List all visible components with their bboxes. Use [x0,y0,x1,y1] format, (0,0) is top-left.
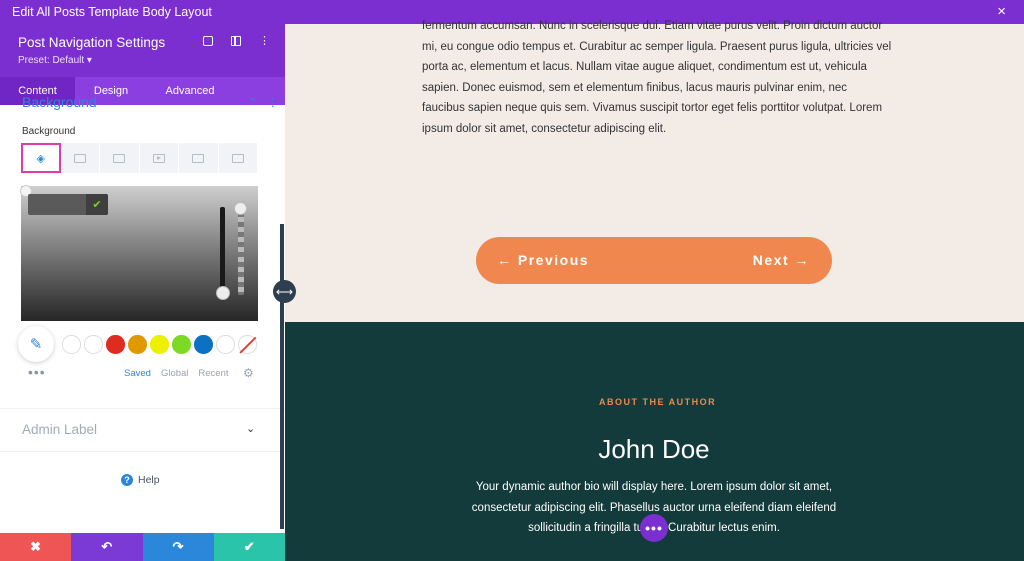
previous-link[interactable]: ← Previous [497,252,589,268]
eyedropper-icon[interactable]: ✎ [18,326,54,362]
help-link[interactable]: ? Help [121,474,160,486]
help-icon: ? [121,474,133,486]
panel-title: Post Navigation Settings [18,35,166,50]
opacity-slider[interactable] [238,207,244,295]
resize-handle-icon[interactable]: ⟷ [273,280,296,303]
swatch[interactable] [84,335,103,354]
hex-confirm-icon[interactable]: ✔ [86,194,108,215]
bg-type-mask[interactable] [219,143,258,173]
divider [0,451,285,452]
more-vertical-icon[interactable]: ⋮ [259,36,270,47]
post-navigation: ← Previous Next → [476,237,832,284]
hue-slider[interactable] [220,207,225,295]
no-color-swatch[interactable] [238,335,257,354]
section-title-background[interactable]: Background [22,94,97,110]
more-icon[interactable]: ••• [28,364,46,380]
section-menu-icon[interactable]: ⋮ [267,96,278,109]
color-picker-area[interactable]: ✔ [20,185,258,321]
save-button[interactable]: ✔ [213,533,285,561]
undo-button[interactable]: ↶ [71,533,143,561]
palette-tabs: Saved Global Recent [124,368,229,379]
swatch[interactable] [62,335,81,354]
paint-bucket-icon: ◈ [36,152,45,165]
pattern-icon [192,153,205,163]
swatch[interactable] [150,335,169,354]
background-type-tabs: ◈ [21,143,258,173]
window-title: Edit All Posts Template Body Layout [12,5,212,19]
opacity-slider-handle[interactable] [234,202,247,215]
color-swatches [62,335,257,354]
bg-type-image[interactable] [100,143,140,173]
image-icon [113,153,126,163]
close-icon[interactable]: × [997,3,1006,20]
bg-type-color[interactable]: ◈ [21,143,61,173]
divider [0,408,285,409]
bg-type-video[interactable] [140,143,179,173]
bg-type-gradient[interactable] [61,143,100,173]
palette-tab-recent[interactable]: Recent [198,368,228,379]
more-options-icon[interactable]: ••• [640,514,668,542]
author-heading: ABOUT THE AUTHOR [599,397,717,407]
mask-icon [231,153,244,163]
video-icon [152,153,165,163]
swatch[interactable] [128,335,147,354]
expand-icon[interactable] [203,36,213,46]
background-label: Background [22,126,76,137]
section-tools: ⌃ ⋮ [248,96,278,109]
redo-button[interactable]: ↷ [142,533,214,561]
admin-label-section[interactable]: Admin Label [22,422,97,437]
palette-tab-saved[interactable]: Saved [124,368,151,379]
panel-header: Post Navigation Settings Preset: Default… [0,24,285,77]
help-label: Help [138,474,160,486]
palette-tab-global[interactable]: Global [161,368,188,379]
tab-advanced[interactable]: Advanced [147,77,233,105]
author-name: John Doe [598,434,710,464]
hue-slider-handle[interactable] [216,286,230,300]
chevron-down-icon[interactable]: ⌄ [246,422,255,435]
gradient-icon [73,153,86,163]
swatch[interactable] [172,335,191,354]
swatch[interactable] [194,335,213,354]
cancel-button[interactable]: ✖ [0,533,72,561]
bg-type-pattern[interactable] [179,143,219,173]
swatch[interactable] [216,335,235,354]
panel-scrollbar[interactable] [280,224,284,529]
swatch[interactable] [106,335,125,354]
collapse-icon[interactable]: ⌃ [248,96,257,109]
preset-select[interactable]: Preset: Default ▾ [18,55,92,66]
post-body-text: fermentum accumsan. Nunc in scelerisque … [422,20,892,135]
gear-icon[interactable]: ⚙ [243,366,254,380]
next-link[interactable]: Next → [753,252,810,268]
action-bar: ✖ ↶ ↷ ✔ [0,533,285,561]
split-view-icon[interactable] [231,36,241,46]
header-icons: ⋮ [203,36,270,47]
